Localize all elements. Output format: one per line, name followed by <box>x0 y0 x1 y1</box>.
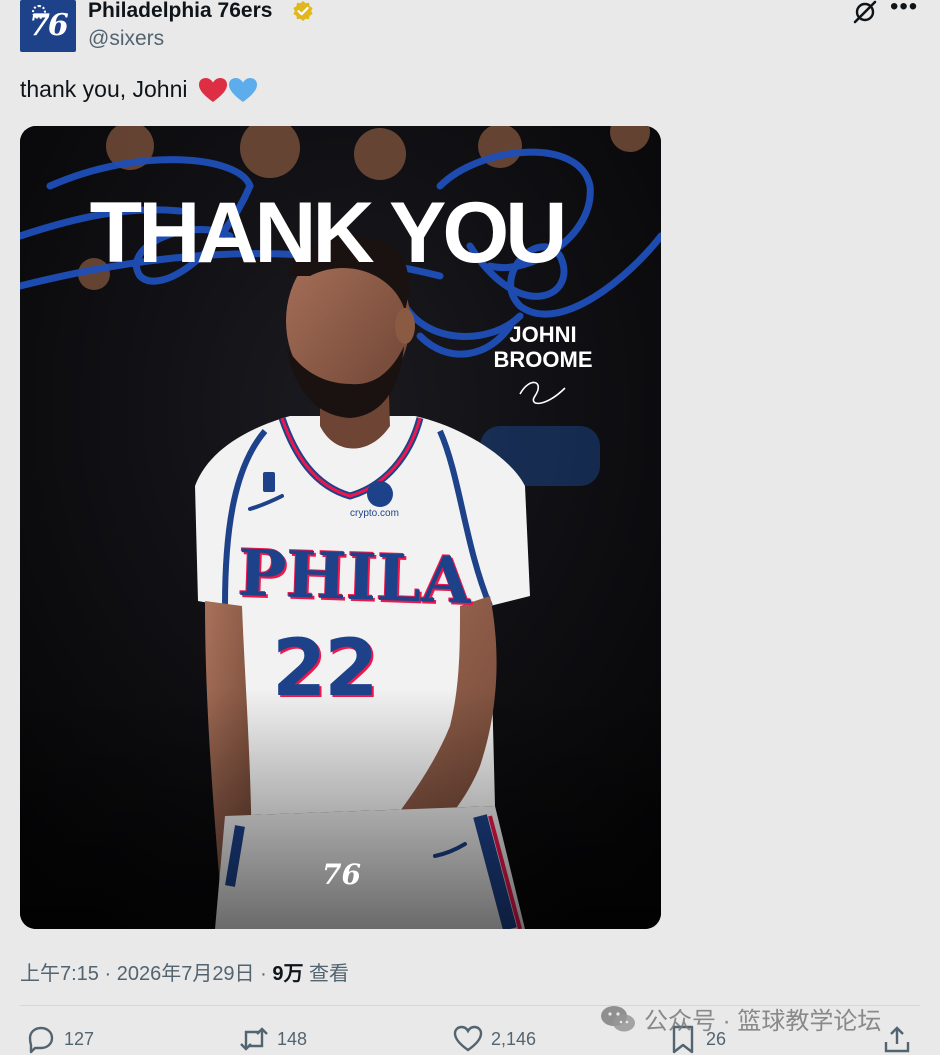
display-name[interactable]: Philadelphia 76ers <box>88 0 272 23</box>
wechat-watermark: 公众号 · 篮球教学论坛 <box>600 1001 881 1036</box>
share-icon <box>884 1026 910 1053</box>
retweet-count: 148 <box>277 1028 308 1049</box>
retweet-icon <box>240 1027 268 1051</box>
tweet-media-image[interactable]: THANK YOU JOHNI BROOME crypto.com PHILA … <box>20 126 661 929</box>
reply-count: 127 <box>64 1028 95 1049</box>
sixers-logo: 76 <box>322 858 361 891</box>
like-count: 2,146 <box>491 1028 537 1049</box>
player-last-name: BROOME <box>493 347 593 372</box>
view-count: 9万 <box>272 963 304 985</box>
verified-badge-icon <box>293 1 313 21</box>
view-label: 查看 <box>303 963 350 985</box>
reply-icon <box>28 1026 54 1054</box>
tweet-text: thank you, Johni <box>20 76 258 103</box>
timestamp[interactable]: 上午7:15 · 2026年7月29日 · <box>20 963 272 985</box>
share-button[interactable] <box>882 1022 912 1055</box>
heart-icon <box>453 1025 483 1052</box>
blue-heart-icon <box>228 78 257 102</box>
jersey-number: 22 <box>272 624 379 714</box>
watermark-text: 公众号 · 篮球教学论坛 <box>644 1008 882 1035</box>
wechat-icon <box>601 1005 635 1031</box>
player-first-name: JOHNI <box>509 322 577 347</box>
tweet-body: thank you, Johni <box>20 76 188 102</box>
grok-icon[interactable] <box>851 0 879 24</box>
media-player-name: JOHNI BROOME <box>478 322 608 372</box>
avatar[interactable]: 76 <box>20 0 76 52</box>
user-handle[interactable]: @sixers <box>88 27 164 51</box>
like-button[interactable]: 2,146 <box>453 1022 536 1055</box>
retweet-button[interactable]: 148 <box>239 1022 307 1055</box>
tweet-meta: 上午7:15 · 2026年7月29日 · 9万 查看 <box>20 957 349 986</box>
media-headline: THANK YOU <box>89 185 568 281</box>
red-heart-icon <box>198 78 227 102</box>
jersey-sponsor: crypto.com <box>350 508 399 519</box>
more-options-icon[interactable]: ••• <box>890 0 920 22</box>
reply-button[interactable]: 127 <box>26 1022 94 1055</box>
tweet-card: 76 Philadelphia 76ers @sixers ••• thank … <box>0 0 940 1055</box>
avatar-logo-text: 76 <box>29 8 69 43</box>
jersey-wordmark: PHILA <box>236 535 473 620</box>
